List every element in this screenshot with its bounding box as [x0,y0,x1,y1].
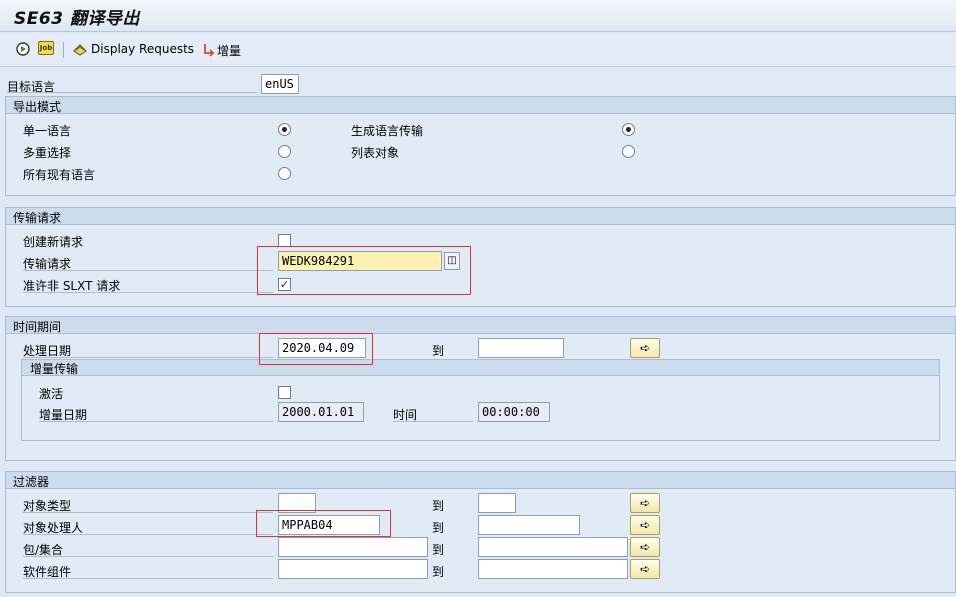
list-objects-radio[interactable] [622,145,635,158]
all-existing-languages-radio[interactable] [278,167,291,180]
time-underline [393,421,473,422]
object-processor-underline [23,534,273,535]
transport-request-title: 传输请求 [13,211,62,225]
increment-button[interactable]: 增量 [217,42,241,59]
all-existing-languages-label: 所有现有语言 [23,168,96,182]
display-requests-button[interactable]: Display Requests [91,42,194,56]
filters-title: 过滤器 [13,475,50,489]
export-mode-title: 导出模式 [13,100,62,114]
incremental-transport-title: 增量传输 [30,362,79,376]
export-mode-group: 导出模式 单一语言 多重选择 所有现有语言 生成语言传输 列表对象 [5,96,956,196]
object-type-underline [23,512,273,513]
filters-group: 过滤器 对象类型 到 ➪ 对象处理人 MPPAB04 到 ➪ 包/集合 到 ➪ … [5,471,956,593]
object-type-to-label: 到 [432,499,445,513]
transport-request-header: 传输请求 [6,208,955,225]
process-date-field[interactable]: 2020.04.09 [278,338,366,358]
toolbar-separator [63,42,64,58]
generate-language-transport-radio[interactable] [622,123,635,136]
activate-label: 激活 [39,387,64,401]
filters-header: 过滤器 [6,472,955,489]
create-new-request-label: 创建新请求 [23,235,84,249]
display-requests-icon [71,40,89,58]
time-period-group: 时间期间 处理日期 2020.04.09 到 ➪ 增量传输 激活 增量日期 20… [5,316,956,461]
process-date-multiple-selection-button[interactable]: ➪ [630,338,660,358]
target-language-underline [7,92,257,93]
allow-non-slxt-underline [23,292,273,293]
object-type-from-field[interactable] [278,493,316,513]
transport-request-underline [23,270,273,271]
page-title: SE63 翻译导出 [14,9,140,29]
transport-request-group: 传输请求 创建新请求 传输请求 WEDK984291 ◫ 准许非 SLXT 请求… [5,207,956,307]
object-type-to-field[interactable] [478,493,516,513]
export-mode-header: 导出模式 [6,97,955,114]
software-component-multiple-selection-button[interactable]: ➪ [630,559,660,579]
process-date-to-field[interactable] [478,338,564,358]
package-collection-underline [23,556,273,557]
create-new-request-checkbox[interactable] [278,234,291,247]
multiple-selection-radio[interactable] [278,145,291,158]
activate-checkbox[interactable] [278,386,291,399]
package-collection-to-field[interactable] [478,537,628,557]
software-component-underline [23,578,273,579]
object-processor-from-field[interactable]: MPPAB04 [278,515,380,535]
object-type-multiple-selection-button[interactable]: ➪ [630,493,660,513]
incremental-date-underline [39,421,273,422]
process-date-underline [23,357,273,358]
title-bar: SE63 翻译导出 [0,0,956,32]
single-language-label: 单一语言 [23,124,72,138]
list-objects-label: 列表对象 [351,146,400,160]
single-language-radio[interactable] [278,123,291,136]
target-language-field[interactable]: enUS [261,74,299,94]
time-field: 00:00:00 [478,402,550,422]
object-processor-to-field[interactable] [478,515,580,535]
incremental-transport-group: 增量传输 激活 增量日期 2000.01.01 时间 00:00:00 [21,359,940,441]
job-icon[interactable]: Job [38,41,54,55]
package-collection-to-label: 到 [432,543,445,557]
package-collection-multiple-selection-button[interactable]: ➪ [630,537,660,557]
software-component-from-field[interactable] [278,559,428,579]
execute-icon[interactable] [14,40,32,58]
time-period-header: 时间期间 [6,317,955,334]
incremental-date-field: 2000.01.01 [278,402,364,422]
package-collection-from-field[interactable] [278,537,428,557]
generate-language-transport-label: 生成语言传输 [351,124,424,138]
software-component-to-label: 到 [432,565,445,579]
incremental-transport-header: 增量传输 [22,360,939,376]
increment-icon [199,40,217,58]
multiple-selection-label: 多重选择 [23,146,72,160]
time-period-title: 时间期间 [13,320,62,334]
object-processor-to-label: 到 [432,521,445,535]
toolbar: Job Display Requests 增量 [0,33,956,67]
transport-request-field[interactable]: WEDK984291 [278,251,442,271]
process-date-to-label: 到 [432,344,445,358]
allow-non-slxt-checkbox[interactable]: ✓ [278,278,291,291]
transport-request-search-icon[interactable]: ◫ [444,252,460,270]
software-component-to-field[interactable] [478,559,628,579]
content-area: 目标语言 enUS 导出模式 单一语言 多重选择 所有现有语言 生成语言传输 列… [0,68,956,597]
object-processor-multiple-selection-button[interactable]: ➪ [630,515,660,535]
